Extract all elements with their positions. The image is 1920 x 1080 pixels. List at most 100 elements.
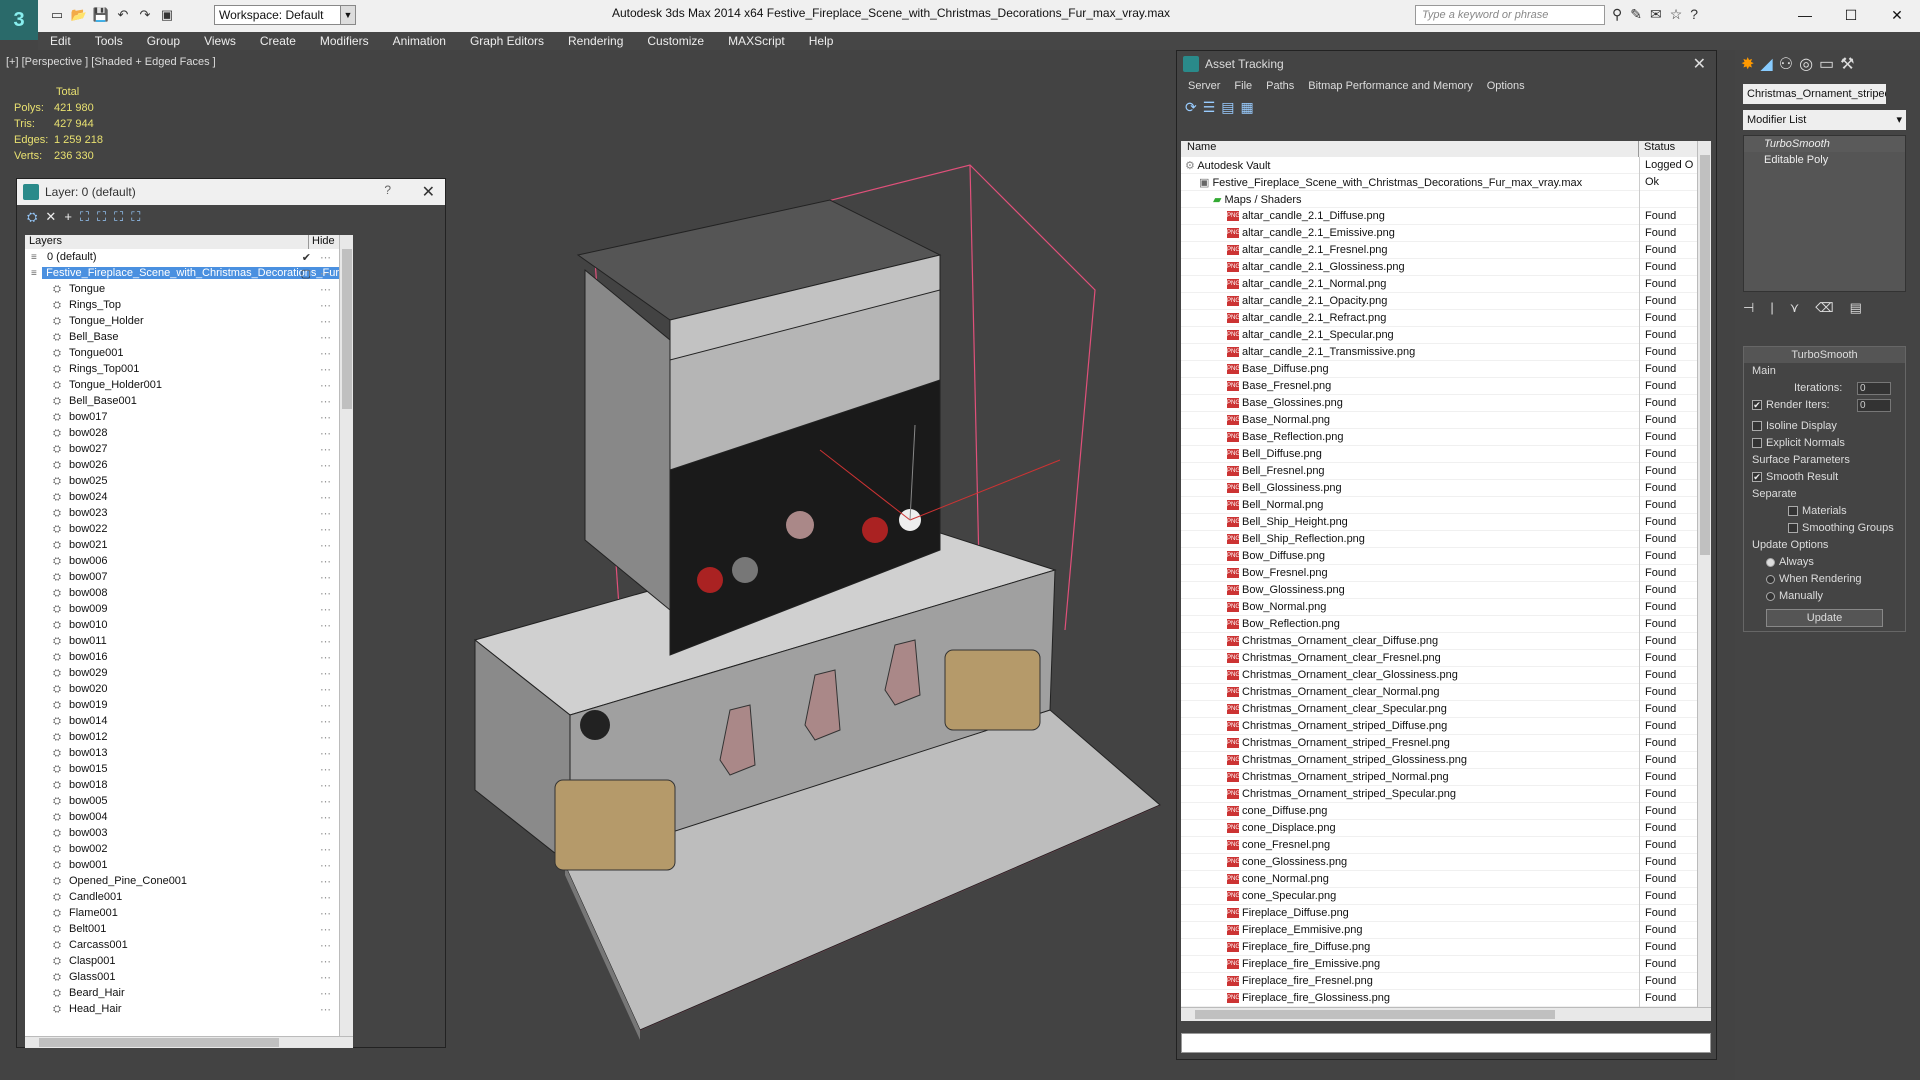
layer-row[interactable]: ⛭ bow022 ⋯	[25, 521, 339, 537]
when-rendering-radio[interactable]	[1766, 574, 1775, 584]
asset-row[interactable]: PNG Christmas_Ornament_clear_Diffuse.png F…	[1181, 632, 1697, 650]
hide-toggle[interactable]: ⋯	[320, 763, 331, 776]
stack-item-turbosmooth[interactable]: TurboSmooth	[1744, 136, 1905, 152]
layer-row[interactable]: ⛭ bow007 ⋯	[25, 569, 339, 585]
smooth-result-checkbox[interactable]: ✔	[1752, 472, 1762, 483]
viewport-label[interactable]: [+] [Perspective ] [Shaded + Edged Faces…	[6, 56, 216, 68]
asset-row[interactable]: PNG Bell_Normal.png Found	[1181, 496, 1697, 514]
hide-toggle[interactable]: ⋯	[320, 587, 331, 600]
hide-toggle[interactable]: ⋯	[320, 747, 331, 760]
layer-row[interactable]: ⛭ Rings_Top001 ⋯	[25, 361, 339, 377]
close-icon[interactable]: ✕	[1693, 54, 1706, 74]
hide-toggle[interactable]: ⋯	[320, 507, 331, 520]
asset-row[interactable]: PNG Bell_Ship_Height.png Found	[1181, 513, 1697, 531]
select-objects-icon[interactable]: ⛶	[80, 209, 89, 225]
layer-row[interactable]: ⛭ Clasp001 ⋯	[25, 953, 339, 969]
hide-toggle[interactable]: ⋯	[320, 811, 331, 824]
asset-menu-options[interactable]: Options	[1480, 77, 1532, 95]
hierarchy-tab-icon[interactable]: ⚇	[1779, 54, 1793, 74]
minimize-icon[interactable]: —	[1782, 0, 1828, 30]
binoculars-icon[interactable]: ⚲	[1612, 6, 1622, 23]
redo-icon[interactable]: ↷	[136, 6, 154, 24]
layer-row[interactable]: ⛭ bow028 ⋯	[25, 425, 339, 441]
layer-row[interactable]: ⛭ bow008 ⋯	[25, 585, 339, 601]
layer-row[interactable]: ⛭ Bell_Base001 ⋯	[25, 393, 339, 409]
layer-row[interactable]: ⛭ bow012 ⋯	[25, 729, 339, 745]
layer-row[interactable]: ⛭ bow026 ⋯	[25, 457, 339, 473]
object-name-field[interactable]: Christmas_Ornament_striped	[1743, 84, 1886, 104]
layer-row[interactable]: ⛭ bow025 ⋯	[25, 473, 339, 489]
hide-toggle[interactable]: ⋯	[320, 539, 331, 552]
asset-menu-paths[interactable]: Paths	[1259, 77, 1301, 95]
hide-toggle[interactable]: ⋯	[320, 475, 331, 488]
hide-toggle[interactable]: ⋯	[320, 491, 331, 504]
create-layer-icon[interactable]: ⛭	[27, 209, 37, 225]
hide-toggle[interactable]: ⋯	[320, 923, 331, 936]
layer-row[interactable]: ⛭ Tongue ⋯	[25, 281, 339, 297]
menu-views[interactable]: Views	[192, 32, 248, 50]
asset-row[interactable]: PNG Bow_Fresnel.png Found	[1181, 564, 1697, 582]
asset-row[interactable]: ▣ Festive_Fireplace_Scene_with_Christmas…	[1181, 173, 1697, 191]
asset-row[interactable]: PNG altar_candle_2.1_Diffuse.png Found	[1181, 207, 1697, 225]
layer-row[interactable]: ⛭ bow002 ⋯	[25, 841, 339, 857]
layer-vertical-scrollbar[interactable]	[339, 235, 353, 1036]
hide-toggle[interactable]: ⋯	[320, 859, 331, 872]
layer-row[interactable]: ≡ 0 (default) ✔ ⋯	[25, 249, 339, 265]
asset-row[interactable]: PNG cone_Specular.png Found	[1181, 887, 1697, 905]
close-icon[interactable]: ✕	[1874, 0, 1920, 30]
refresh-icon[interactable]: ⟳	[1185, 99, 1197, 117]
display-tab-icon[interactable]: ▭	[1819, 54, 1834, 74]
asset-row[interactable]: PNG Base_Fresnel.png Found	[1181, 377, 1697, 395]
asset-row[interactable]: PNG Christmas_Ornament_clear_Fresnel.png F…	[1181, 649, 1697, 667]
hide-toggle[interactable]: ⋯	[320, 891, 331, 904]
asset-row[interactable]: PNG altar_candle_2.1_Glossiness.png Found	[1181, 258, 1697, 276]
hide-toggle[interactable]: ⋯	[320, 315, 331, 328]
asset-menu-bitmap[interactable]: Bitmap Performance and Memory	[1301, 77, 1479, 95]
asset-row[interactable]: PNG altar_candle_2.1_Opacity.png Found	[1181, 292, 1697, 310]
layer-row[interactable]: ⛭ bow019 ⋯	[25, 697, 339, 713]
isoline-checkbox[interactable]	[1752, 421, 1762, 432]
layer-row[interactable]: ⛭ Candle001 ⋯	[25, 889, 339, 905]
hide-toggle[interactable]: ⋯	[320, 411, 331, 424]
asset-row[interactable]: PNG cone_Displace.png Found	[1181, 819, 1697, 837]
asset-row[interactable]: PNG Bell_Fresnel.png Found	[1181, 462, 1697, 480]
project-folder-icon[interactable]: ▣	[158, 6, 176, 24]
table-view-icon[interactable]: ▦	[1241, 99, 1254, 117]
layer-row[interactable]: ⛭ bow027 ⋯	[25, 441, 339, 457]
hide-toggle[interactable]: ⋯	[320, 843, 331, 856]
always-radio[interactable]	[1766, 557, 1775, 567]
hide-toggle[interactable]: ⋯	[320, 283, 331, 296]
asset-row[interactable]: PNG Fireplace_fire_Fresnel.png Found	[1181, 972, 1697, 990]
hide-toggle[interactable]: ⋯	[320, 779, 331, 792]
scroll-thumb[interactable]	[342, 249, 352, 409]
app-logo[interactable]: 3	[0, 0, 38, 40]
layer-row[interactable]: ⛭ Tongue001 ⋯	[25, 345, 339, 361]
layer-row[interactable]: ⛭ Flame001 ⋯	[25, 905, 339, 921]
layer-row[interactable]: ⛭ bow015 ⋯	[25, 761, 339, 777]
asset-row[interactable]: PNG Christmas_Ornament_striped_Normal.png…	[1181, 768, 1697, 786]
asset-row[interactable]: PNG Bell_Glossiness.png Found	[1181, 479, 1697, 497]
layer-row[interactable]: ⛭ bow024 ⋯	[25, 489, 339, 505]
layer-row[interactable]: ⛭ bow013 ⋯	[25, 745, 339, 761]
asset-row[interactable]: PNG Fireplace_fire_Emissive.png Found	[1181, 955, 1697, 973]
hide-toggle[interactable]: ⋯	[320, 667, 331, 680]
scroll-thumb[interactable]	[39, 1038, 279, 1047]
list-view-icon[interactable]: ☰	[1203, 99, 1216, 117]
subscription-icon[interactable]: ✎	[1630, 6, 1642, 23]
add-to-layer-icon[interactable]: +	[64, 209, 72, 225]
utilities-tab-icon[interactable]: ⚒	[1840, 54, 1854, 74]
chevron-down-icon[interactable]: ▼	[340, 5, 356, 25]
asset-row[interactable]: PNG Christmas_Ornament_striped_Specular.p…	[1181, 785, 1697, 803]
layer-row[interactable]: ⛭ bow020 ⋯	[25, 681, 339, 697]
hide-toggle[interactable]: ⋯	[320, 299, 331, 312]
menu-edit[interactable]: Edit	[38, 32, 83, 50]
layer-row[interactable]: ⛭ Belt001 ⋯	[25, 921, 339, 937]
hide-toggle[interactable]: ⋯	[320, 555, 331, 568]
menu-maxscript[interactable]: MAXScript	[716, 32, 797, 50]
asset-row[interactable]: PNG altar_candle_2.1_Specular.png Found	[1181, 326, 1697, 344]
layer-row[interactable]: ⛭ bow009 ⋯	[25, 601, 339, 617]
col-name[interactable]: Name	[1181, 141, 1639, 157]
menu-customize[interactable]: Customize	[635, 32, 716, 50]
asset-row[interactable]: PNG Base_Glossines.png Found	[1181, 394, 1697, 412]
manually-radio[interactable]	[1766, 591, 1775, 601]
